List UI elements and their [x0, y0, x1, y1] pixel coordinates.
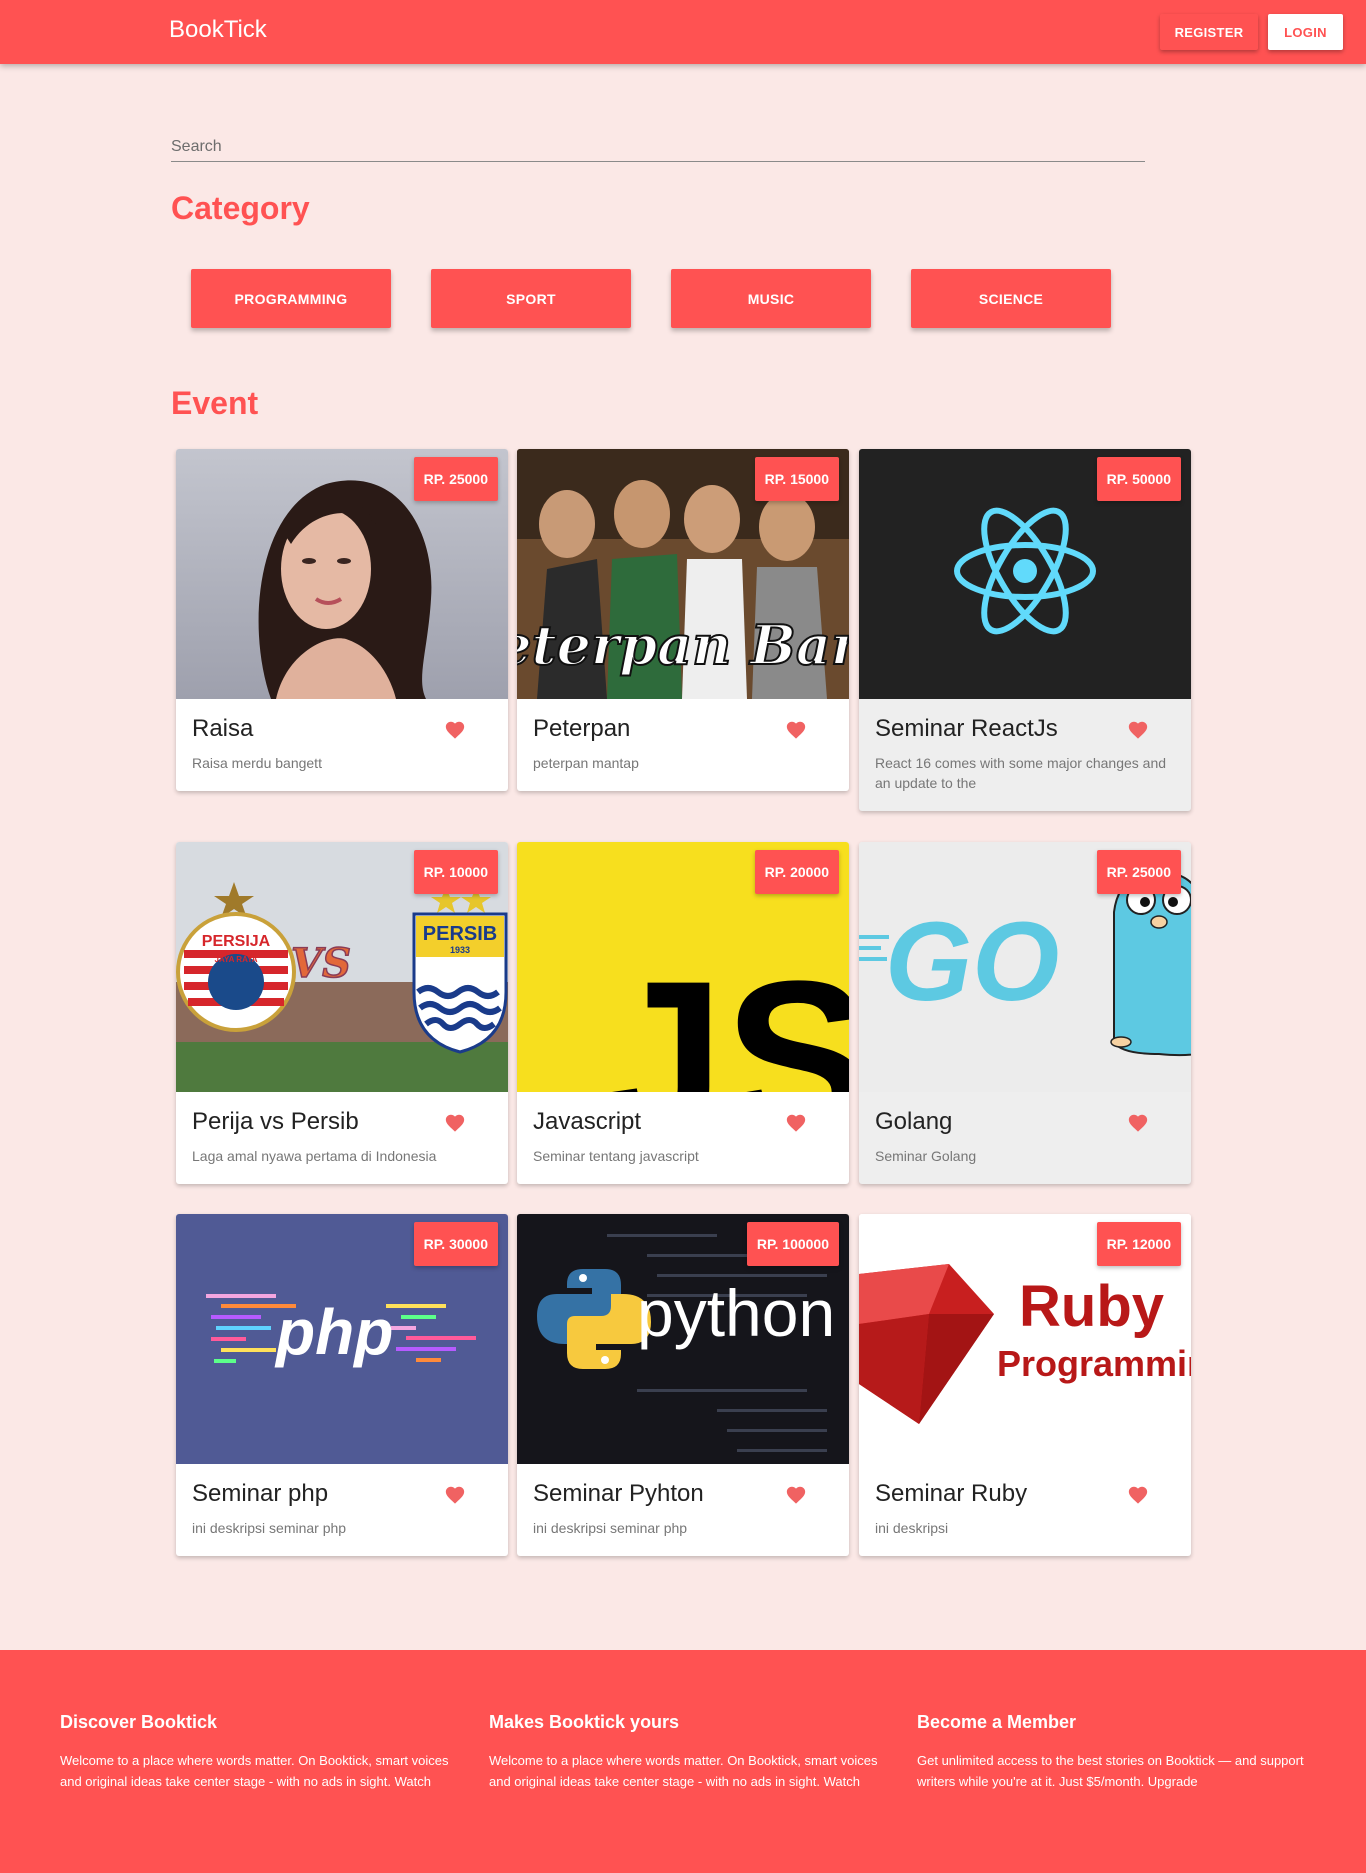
event-image-golang: GO RP. 25000 — [859, 842, 1191, 1092]
category-title: Category — [171, 190, 310, 226]
footer-text: Welcome to a place where words matter. O… — [489, 1753, 878, 1789]
svg-text:1933: 1933 — [450, 945, 470, 955]
peterpan-band-text: Peterpan Band — [517, 613, 849, 677]
event-image-raisa: RP. 25000 — [176, 449, 508, 699]
event-image-react: RP. 50000 — [859, 449, 1191, 699]
price-badge: RP. 50000 — [1096, 457, 1181, 501]
footer-text: Get unlimited access to the best stories… — [917, 1753, 1304, 1789]
event-description: ini deskripsi seminar php — [533, 1520, 688, 1536]
event-image-peterpan: Peterpan Band RP. 15000 — [517, 449, 849, 699]
php-logo-text: php — [274, 1296, 393, 1368]
event-card[interactable]: php RP. 30000 Seminar php ini deskripsi … — [176, 1214, 508, 1556]
ruby-logo-text: Ruby — [1019, 1274, 1164, 1339]
event-card[interactable]: JS RP. 20000 Javascript Seminar tentang … — [517, 842, 849, 1184]
category-programming-button[interactable]: PROGRAMMING — [191, 269, 391, 328]
brand-logo[interactable]: BookTick — [169, 16, 267, 44]
event-title-text: Javascript — [533, 1108, 642, 1135]
event-title-text: Seminar php — [192, 1480, 329, 1507]
event-description: ini deskripsi seminar php — [192, 1520, 347, 1536]
event-image-python: python RP. 100000 — [517, 1214, 849, 1464]
event-title-text: Peterpan — [533, 715, 631, 742]
category-sport-button[interactable]: SPORT — [431, 269, 631, 328]
heart-icon[interactable] — [1127, 1112, 1149, 1134]
price-badge: RP. 30000 — [413, 1222, 498, 1266]
svg-text:Programming: Programming — [997, 1343, 1191, 1384]
price-badge: RP. 12000 — [1096, 1222, 1181, 1266]
event-card[interactable]: python RP. 100000 Seminar Pyhton ini des… — [517, 1214, 849, 1556]
price-badge: RP. 100000 — [746, 1222, 839, 1266]
footer-heading: Makes Booktick yours — [489, 1712, 680, 1732]
heart-icon[interactable] — [785, 719, 807, 741]
event-title: Event — [171, 385, 259, 421]
category-science-button[interactable]: SCIENCE — [911, 269, 1111, 328]
event-description: Laga amal nyawa pertama di Indonesia — [192, 1148, 437, 1164]
gopher-icon — [1110, 870, 1191, 1057]
event-description: peterpan mantap — [533, 755, 639, 771]
footer-text: Welcome to a place where words matter. O… — [60, 1753, 449, 1789]
event-description: Seminar tentang javascript — [533, 1148, 699, 1164]
price-badge: RP. 20000 — [754, 850, 839, 894]
event-image-javascript: JS RP. 20000 — [517, 842, 849, 1092]
event-title-text: Perija vs Persib — [192, 1108, 359, 1135]
svg-text:PERSIB: PERSIB — [423, 923, 497, 945]
event-card[interactable]: RP. 50000 Seminar ReactJs React 16 comes… — [859, 449, 1191, 811]
app-bar: BookTick REGISTER LOGIN — [0, 0, 1366, 64]
event-description: React 16 comes with some major changes a… — [875, 755, 1167, 791]
footer-column-discover: Discover Booktick Welcome to a place whe… — [60, 1712, 460, 1792]
go-logo-text: GO — [885, 899, 1059, 1024]
event-title-text: Golang — [875, 1108, 953, 1135]
event-description: ini deskripsi — [875, 1520, 949, 1536]
event-title-text: Seminar Ruby — [875, 1480, 1028, 1507]
footer-heading: Become a Member — [917, 1712, 1077, 1732]
price-badge: RP. 15000 — [754, 457, 839, 501]
search-input[interactable] — [171, 132, 1145, 162]
footer-heading: Discover Booktick — [60, 1712, 218, 1732]
footer: Discover Booktick Welcome to a place whe… — [0, 1650, 1366, 1873]
event-card[interactable]: Peterpan Band RP. 15000 Peterpan peterpa… — [517, 449, 849, 791]
event-card[interactable]: RP. 25000 Raisa Raisa merdu bangett — [176, 449, 508, 791]
event-image-persija-persib: PERSIJA JAYA RAYA VS PERSIB 1933 RP. 100… — [176, 842, 508, 1092]
event-card[interactable]: Ruby Programming RP. 12000 Seminar Ruby … — [859, 1214, 1191, 1556]
heart-icon[interactable] — [1127, 719, 1149, 741]
svg-text:VS: VS — [291, 940, 351, 987]
event-image-php: php RP. 30000 — [176, 1214, 508, 1464]
svg-text:JAYA RAYA: JAYA RAYA — [215, 955, 258, 964]
event-card[interactable]: GO RP. 25000 Golang Seminar Golang — [859, 842, 1191, 1184]
price-badge: RP. 25000 — [413, 457, 498, 501]
event-card[interactable]: PERSIJA JAYA RAYA VS PERSIB 1933 RP. 100… — [176, 842, 508, 1184]
footer-column-member: Become a Member Get unlimited access to … — [917, 1712, 1317, 1792]
footer-column-yours: Makes Booktick yours Welcome to a place … — [489, 1712, 889, 1792]
js-logo-text: JS — [602, 935, 849, 1092]
heart-icon[interactable] — [444, 1112, 466, 1134]
heart-icon[interactable] — [785, 1112, 807, 1134]
heart-icon[interactable] — [1127, 1484, 1149, 1506]
price-badge: RP. 25000 — [1096, 850, 1181, 894]
category-music-button[interactable]: MUSIC — [671, 269, 871, 328]
event-title-text: Seminar ReactJs — [875, 715, 1058, 742]
event-description: Raisa merdu bangett — [192, 755, 322, 771]
heart-icon[interactable] — [444, 1484, 466, 1506]
heart-icon[interactable] — [785, 1484, 807, 1506]
event-title-text: Raisa — [192, 715, 254, 742]
event-title-text: Seminar Pyhton — [533, 1480, 704, 1507]
event-description: Seminar Golang — [875, 1148, 977, 1164]
svg-text:PERSIJA: PERSIJA — [202, 933, 271, 950]
register-button[interactable]: REGISTER — [1160, 14, 1258, 50]
login-button[interactable]: LOGIN — [1268, 14, 1343, 50]
heart-icon[interactable] — [444, 719, 466, 741]
price-badge: RP. 10000 — [413, 850, 498, 894]
event-image-ruby: Ruby Programming RP. 12000 — [859, 1214, 1191, 1464]
python-logo-text: python — [637, 1276, 835, 1350]
